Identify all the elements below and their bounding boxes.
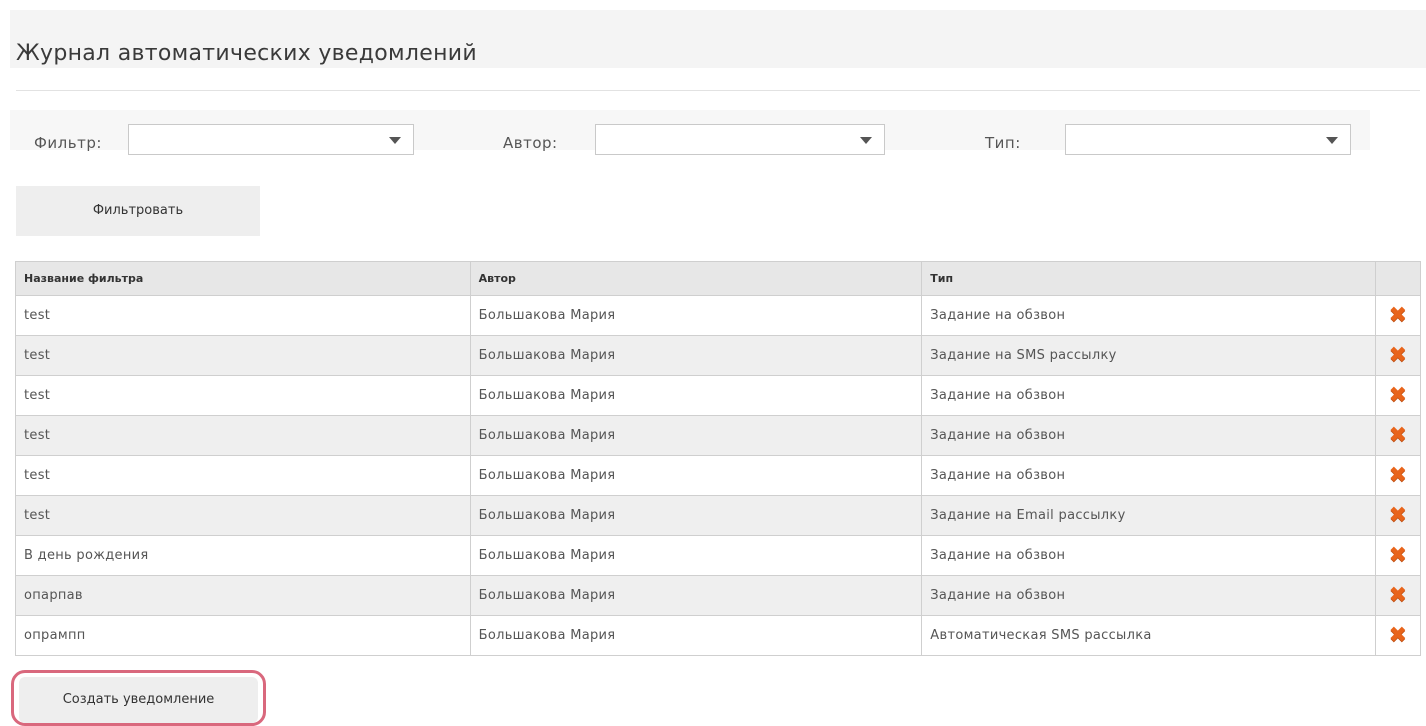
cell-type: Задание на обзвон xyxy=(921,535,1376,576)
chevron-down-icon xyxy=(1326,137,1338,144)
delete-x-icon[interactable]: ✖ xyxy=(1389,384,1408,407)
cell-action: ✖ xyxy=(1374,335,1422,376)
cell-name: test xyxy=(15,455,471,496)
author-select[interactable] xyxy=(595,124,885,155)
column-header-actions xyxy=(1374,261,1422,296)
cell-action: ✖ xyxy=(1374,615,1422,656)
cell-name: В день рождения xyxy=(15,535,471,576)
cell-author: Большакова Мария xyxy=(469,295,923,336)
cell-author: Большакова Мария xyxy=(469,535,923,576)
table-row: test Большакова Мария Задание на Email р… xyxy=(15,495,1422,536)
cell-action: ✖ xyxy=(1374,455,1422,496)
cell-name: test xyxy=(15,495,471,536)
notifications-table: Название фильтра Автор Тип test Большако… xyxy=(15,261,1422,656)
cell-action: ✖ xyxy=(1374,535,1422,576)
table-row: test Большакова Мария Задание на обзвон … xyxy=(15,295,1422,336)
cell-type: Задание на Email рассылку xyxy=(921,495,1376,536)
table-row: опарпав Большакова Мария Задание на обзв… xyxy=(15,575,1422,616)
delete-x-icon[interactable]: ✖ xyxy=(1389,624,1408,647)
column-header-type[interactable]: Тип xyxy=(921,261,1376,296)
table-row: опрампп Большакова Мария Автоматическая … xyxy=(15,615,1422,656)
cell-type: Задание на SMS рассылку xyxy=(921,335,1376,376)
cell-author: Большакова Мария xyxy=(469,335,923,376)
column-header-author[interactable]: Автор xyxy=(469,261,923,296)
delete-x-icon[interactable]: ✖ xyxy=(1389,584,1408,607)
cell-action: ✖ xyxy=(1374,415,1422,456)
cell-type: Задание на обзвон xyxy=(921,575,1376,616)
filter-button[interactable]: Фильтровать xyxy=(16,186,260,236)
page-title: Журнал автоматических уведомлений xyxy=(16,41,478,66)
cell-action: ✖ xyxy=(1374,295,1422,336)
cell-author: Большакова Мария xyxy=(469,575,923,616)
delete-x-icon[interactable]: ✖ xyxy=(1389,344,1408,367)
delete-x-icon[interactable]: ✖ xyxy=(1389,464,1408,487)
cell-name: test xyxy=(15,375,471,416)
cell-name: test xyxy=(15,415,471,456)
cell-action: ✖ xyxy=(1374,575,1422,616)
cell-action: ✖ xyxy=(1374,495,1422,536)
filter-select[interactable] xyxy=(128,124,414,155)
cell-type: Задание на обзвон xyxy=(921,295,1376,336)
cell-author: Большакова Мария xyxy=(469,495,923,536)
table-row: В день рождения Большакова Мария Задание… xyxy=(15,535,1422,576)
delete-x-icon[interactable]: ✖ xyxy=(1389,544,1408,567)
create-notification-button[interactable]: Создать уведомление xyxy=(19,677,258,723)
cell-type: Задание на обзвон xyxy=(921,415,1376,456)
cell-author: Большакова Мария xyxy=(469,615,923,656)
cell-author: Большакова Мария xyxy=(469,375,923,416)
cell-name: test xyxy=(15,295,471,336)
cell-author: Большакова Мария xyxy=(469,415,923,456)
delete-x-icon[interactable]: ✖ xyxy=(1389,304,1408,327)
table-header-row: Название фильтра Автор Тип xyxy=(15,261,1422,296)
chevron-down-icon xyxy=(860,137,872,144)
table-row: test Большакова Мария Задание на обзвон … xyxy=(15,415,1422,456)
cell-type: Задание на обзвон xyxy=(921,375,1376,416)
create-button-highlight: Создать уведомление xyxy=(11,670,266,726)
cell-type: Задание на обзвон xyxy=(921,455,1376,496)
cell-name: опарпав xyxy=(15,575,471,616)
table-row: test Большакова Мария Задание на SMS рас… xyxy=(15,335,1422,376)
chevron-down-icon xyxy=(389,137,401,144)
cell-name: test xyxy=(15,335,471,376)
filter-label: Фильтр: xyxy=(34,134,102,152)
cell-name: опрампп xyxy=(15,615,471,656)
author-label: Автор: xyxy=(503,134,558,152)
cell-author: Большакова Мария xyxy=(469,455,923,496)
column-header-name[interactable]: Название фильтра xyxy=(15,261,471,296)
header-divider xyxy=(16,90,1420,91)
cell-action: ✖ xyxy=(1374,375,1422,416)
type-select[interactable] xyxy=(1065,124,1351,155)
table-row: test Большакова Мария Задание на обзвон … xyxy=(15,375,1422,416)
table-row: test Большакова Мария Задание на обзвон … xyxy=(15,455,1422,496)
delete-x-icon[interactable]: ✖ xyxy=(1389,504,1408,527)
type-label: Тип: xyxy=(985,134,1021,152)
cell-type: Автоматическая SMS рассылка xyxy=(921,615,1376,656)
delete-x-icon[interactable]: ✖ xyxy=(1389,424,1408,447)
